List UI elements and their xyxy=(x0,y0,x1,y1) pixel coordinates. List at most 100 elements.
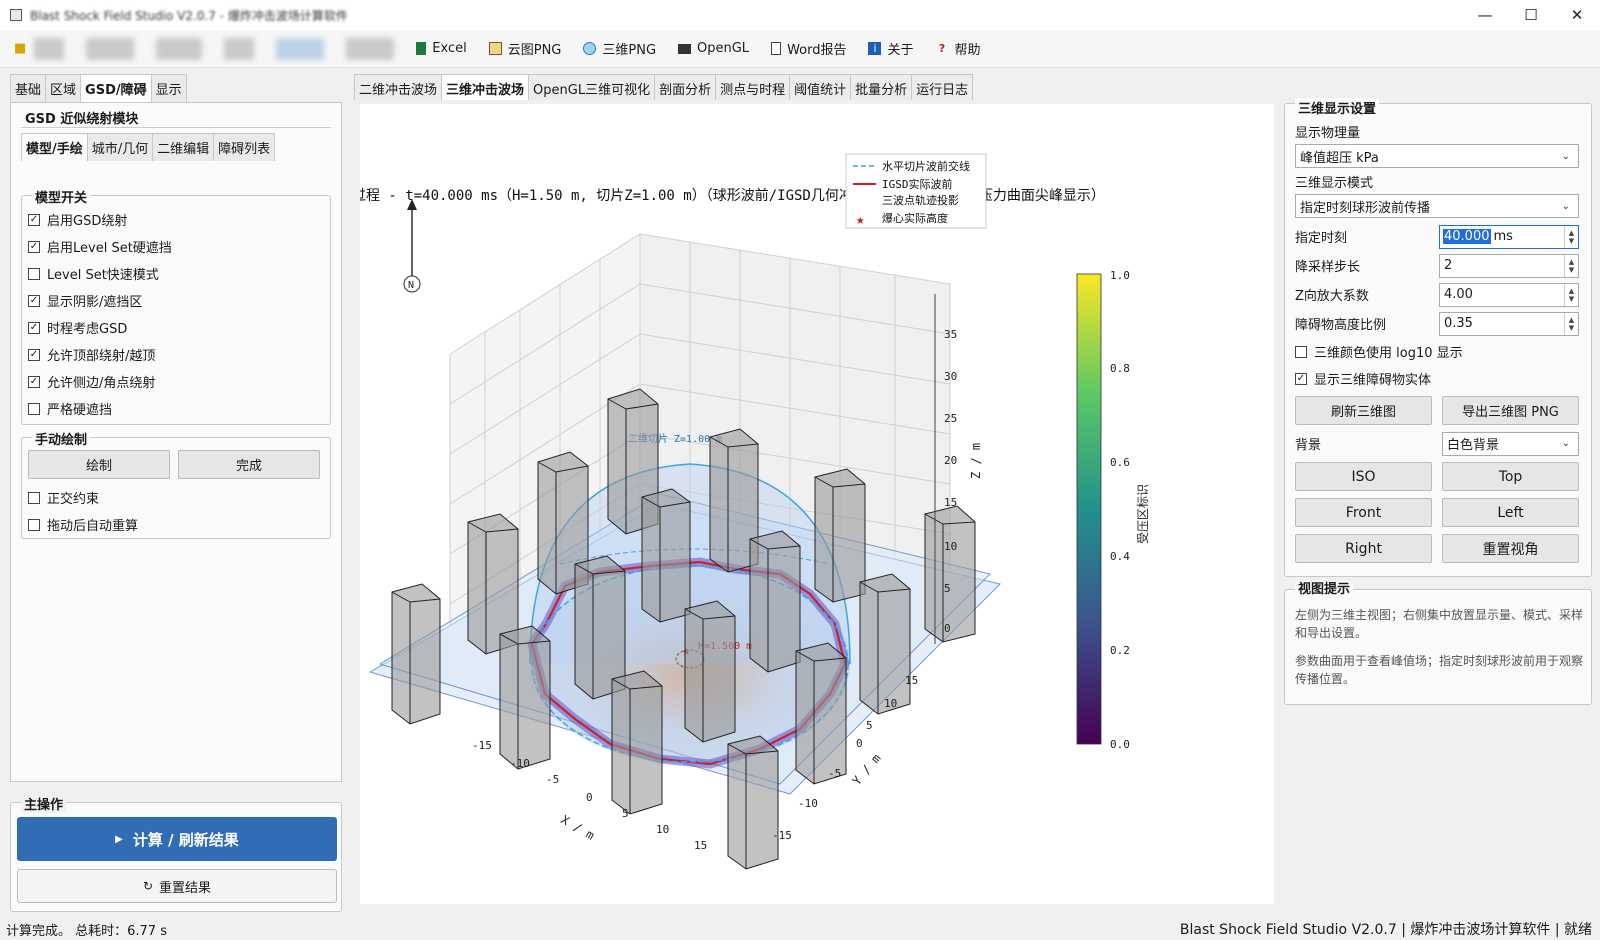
image-icon xyxy=(488,42,502,55)
zscale-value: 4.00 xyxy=(1444,287,1473,302)
minimize-icon[interactable]: — xyxy=(1462,0,1508,30)
spin-arrows-icon[interactable]: ▲ ▼ xyxy=(1564,254,1578,277)
app-icon xyxy=(10,9,22,21)
subtab-obstacles[interactable]: 障碍列表 xyxy=(213,133,276,161)
right-view-button[interactable]: Right xyxy=(1295,534,1432,563)
about-button[interactable]: i 关于 xyxy=(868,39,914,58)
legend-burst: 爆心实际高度 xyxy=(882,211,948,225)
cloud-png-button[interactable]: 云图PNG xyxy=(488,39,561,58)
building xyxy=(795,642,847,785)
checkbox-row[interactable]: ✓ 允许顶部绕射/越顶 xyxy=(28,341,330,368)
checkbox-row[interactable]: ✓ 允许侧边/角点绕射 xyxy=(28,368,330,395)
close-icon[interactable]: ✕ xyxy=(1554,0,1600,30)
plot-title: 过程 - t=40.000 ms（H=1.50 m, 切片Z=1.00 m）（球… xyxy=(360,187,1105,204)
excel-button[interactable]: Excel xyxy=(416,41,467,56)
3d-png-button[interactable]: 三维PNG xyxy=(583,39,656,58)
spin-arrows-icon[interactable]: ▲ ▼ xyxy=(1564,283,1578,306)
step-spinbox[interactable]: 2 ▲ ▼ xyxy=(1439,253,1579,278)
opengl-button[interactable]: OpenGL xyxy=(678,41,749,56)
main-tab[interactable]: 运行日志 xyxy=(911,74,974,100)
time-spinbox[interactable]: 40.000 ms ▲ ▼ xyxy=(1439,224,1579,249)
plot-legend: 水平切片波前交线 IGSD实际波前 三波点轨迹投影 ★ 爆心实际高度 xyxy=(845,153,987,229)
refresh-3d-button[interactable]: 刷新三维图 xyxy=(1295,396,1432,425)
blurred-toolbar-item[interactable] xyxy=(276,37,325,60)
blurred-toolbar-item[interactable] xyxy=(156,37,203,60)
log-checkbox[interactable]: 三维颜色使用 log10 显示 xyxy=(1295,338,1591,365)
x-tick: 15 xyxy=(694,839,707,852)
z-tick: 30 xyxy=(944,370,957,383)
excel-icon xyxy=(416,42,427,55)
gsd-panel: GSD 近似绕射模块 模型/手绘 城市/几何 二维编辑 障碍列表 模型开关 ✓ 启… xyxy=(10,102,342,782)
building xyxy=(499,625,551,770)
checkbox-row[interactable]: 正交约束 xyxy=(28,484,138,511)
colorbar-tick: 0.6 xyxy=(1110,456,1130,469)
question-icon: ? xyxy=(938,42,946,55)
manual-draw-group: 手动绘制 绘制 完成 正交约束 拖动后自动重算 xyxy=(21,429,331,539)
top-view-button[interactable]: Top xyxy=(1442,462,1579,491)
chevron-down-icon: ⌄ xyxy=(1561,438,1570,449)
blurred-toolbar-item[interactable] xyxy=(346,37,395,60)
blurred-toolbar-item[interactable] xyxy=(224,37,255,60)
plot-area[interactable]: 过程 - t=40.000 ms（H=1.50 m, 切片Z=1.00 m）（球… xyxy=(352,104,1274,904)
reset-view-button[interactable]: 重置视角 xyxy=(1442,534,1579,563)
quantity-select[interactable]: 峰值超压 kPa ⌄ xyxy=(1295,144,1579,168)
reset-result-button[interactable]: ↻ 重置结果 xyxy=(17,869,337,903)
left-view-button[interactable]: Left xyxy=(1442,498,1579,527)
spin-arrows-icon[interactable]: ▲ ▼ xyxy=(1564,312,1578,335)
checkbox-row[interactable]: ✓ 时程考虑GSD xyxy=(28,314,330,341)
tab-gsd[interactable]: GSD/障碍 xyxy=(80,74,152,102)
main-tab[interactable]: 测点与时程 xyxy=(715,74,791,100)
tab-basic[interactable]: 基础 xyxy=(10,74,47,102)
left-tabs: 基础 区域 GSD/障碍 显示 xyxy=(10,74,342,102)
solid-checkbox[interactable]: ✓ 显示三维障碍物实体 xyxy=(1295,365,1591,392)
group-title: 三维显示设置 xyxy=(1295,98,1380,117)
bg-row: 背景 白色背景 ⌄ xyxy=(1295,429,1579,458)
x-tick: 10 xyxy=(656,823,669,836)
obs-ratio-spinbox[interactable]: 0.35 ▲ ▼ xyxy=(1439,311,1579,336)
checkbox-row[interactable]: 严格硬遮挡 xyxy=(28,395,330,422)
main-tab[interactable]: 三维冲击波场 xyxy=(441,74,530,100)
compute-button[interactable]: ▶ 计算 / 刷新结果 xyxy=(17,817,337,861)
checkbox-row[interactable]: ✓ 启用Level Set硬遮挡 xyxy=(28,233,330,260)
maximize-icon[interactable]: ☐ xyxy=(1508,0,1554,30)
tab-display[interactable]: 显示 xyxy=(150,74,187,102)
draw-button[interactable]: 绘制 xyxy=(28,450,170,479)
mode-select[interactable]: 指定时刻球形波前传播 ⌄ xyxy=(1295,194,1579,218)
subtab-model[interactable]: 模型/手绘 xyxy=(21,133,88,161)
export-3d-png-button[interactable]: 导出三维图 PNG xyxy=(1442,396,1579,425)
subtab-2d-edit[interactable]: 二维编辑 xyxy=(152,133,215,161)
chevron-down-icon: ⌄ xyxy=(1561,150,1570,162)
help-button[interactable]: ? 帮助 xyxy=(936,39,981,58)
y-tick: 15 xyxy=(905,674,918,687)
checkbox-row[interactable]: ✓ 启用GSD绕射 xyxy=(28,206,330,233)
front-view-button[interactable]: Front xyxy=(1295,498,1432,527)
checkbox-row[interactable]: Level Set快速模式 xyxy=(28,260,330,287)
word-report-button[interactable]: Word报告 xyxy=(771,39,846,58)
blurred-toolbar-item[interactable] xyxy=(86,37,135,60)
legend-triple: 三波点轨迹投影 xyxy=(882,193,959,207)
main-tab[interactable]: 剖面分析 xyxy=(654,74,717,100)
main-tab[interactable]: 阈值统计 xyxy=(789,74,852,100)
legend-front: IGSD实际波前 xyxy=(882,177,953,191)
colorbar-tick: 1.0 xyxy=(1110,269,1130,282)
blurred-toolbar-item[interactable] xyxy=(34,37,65,60)
spin-arrows-icon[interactable]: ▲ ▼ xyxy=(1564,225,1578,248)
title-bar: Blast Shock Field Studio V2.0.7 - 爆炸冲击波场… xyxy=(0,0,1600,30)
y-tick: -15 xyxy=(772,829,792,842)
main-tab[interactable]: 二维冲击波场 xyxy=(354,74,443,100)
bg-select[interactable]: 白色背景 ⌄ xyxy=(1442,431,1579,456)
main-tab[interactable]: OpenGL三维可视化 xyxy=(528,74,656,100)
done-button[interactable]: 完成 xyxy=(178,450,320,479)
y-tick: -10 xyxy=(798,797,818,810)
folder-icon[interactable]: ■ xyxy=(14,41,26,56)
main-tab[interactable]: 批量分析 xyxy=(850,74,913,100)
subtab-city[interactable]: 城市/几何 xyxy=(86,133,154,161)
iso-view-button[interactable]: ISO xyxy=(1295,462,1432,491)
tab-region[interactable]: 区域 xyxy=(45,74,82,102)
checkbox-row[interactable]: ✓ 显示阴影/遮挡区 xyxy=(28,287,330,314)
x-axis-label: X / m xyxy=(559,812,597,842)
z-axis-label: Z / m xyxy=(969,443,983,479)
zscale-spinbox[interactable]: 4.00 ▲ ▼ xyxy=(1439,282,1579,307)
z-tick: 25 xyxy=(944,412,957,425)
checkbox-row[interactable]: 拖动后自动重算 xyxy=(28,511,138,538)
